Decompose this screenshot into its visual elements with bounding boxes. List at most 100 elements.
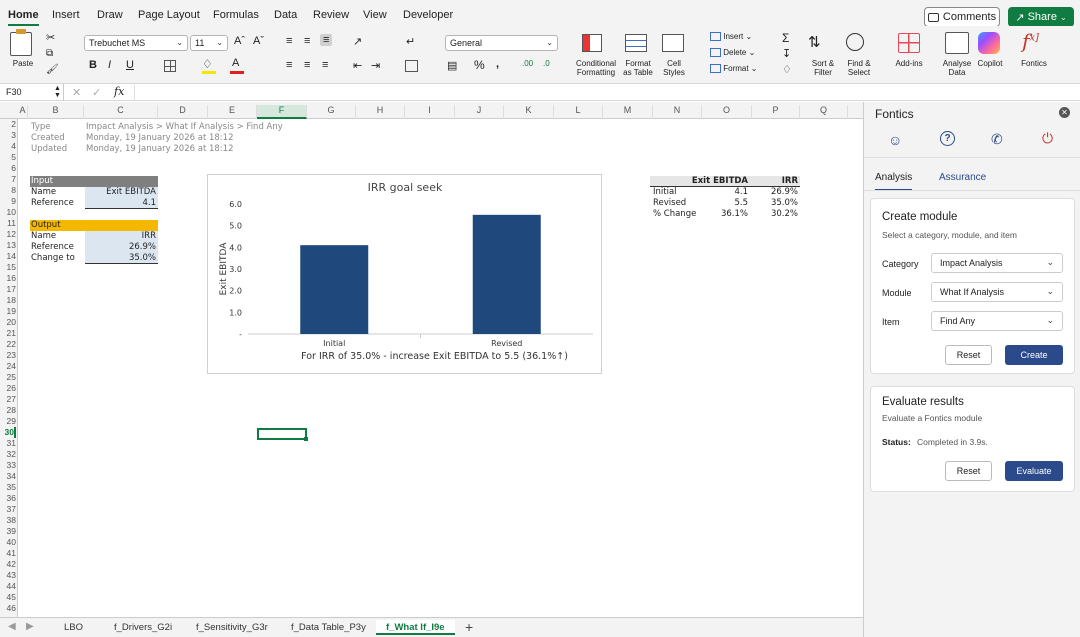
row-header-4[interactable]: 4 [0,141,16,152]
row-header-19[interactable]: 19 [0,306,16,317]
cancel-icon[interactable]: ✕ [72,86,81,99]
tab-analysis[interactable]: Analysis [875,172,913,191]
row-header-7[interactable]: 7 [0,174,16,185]
irr-goal-seek-chart[interactable]: IRR goal seek 6.0 5.0 4.0 3.0 2.0 1.0 - Exit EBI… [207,174,602,374]
add-ins-icon[interactable] [898,33,920,53]
row-header-17[interactable]: 17 [0,284,16,295]
input-ref-value[interactable]: 4.1 [85,198,156,209]
sort-filter-icon[interactable]: ⇅ [808,33,821,51]
tab-view[interactable]: View [363,9,387,21]
row-header-33[interactable]: 33 [0,460,16,471]
cut-icon[interactable]: ✂ [46,31,55,44]
output-ref-value[interactable]: 26.9% [85,242,156,253]
sheet-tab-what-if[interactable]: f_What If_I9e [376,620,455,635]
row-header-14[interactable]: 14 [0,251,16,262]
evaluate-reset-button[interactable]: Reset [945,461,992,481]
row-header-42[interactable]: 42 [0,559,16,570]
column-header-j[interactable]: J [455,105,504,119]
category-select[interactable]: Impact Analysis ⌄ [931,253,1063,273]
column-header-f[interactable]: F [257,105,307,119]
output-name-value[interactable]: IRR [85,231,156,242]
phone-icon[interactable]: ✆ [991,131,1003,148]
row-header-22[interactable]: 22 [0,339,16,350]
row-header-13[interactable]: 13 [0,240,16,251]
row-header-40[interactable]: 40 [0,537,16,548]
clear-icon[interactable]: ♢ [782,63,792,76]
row-header-34[interactable]: 34 [0,471,16,482]
formula-input[interactable] [134,85,1074,100]
column-header-p[interactable]: P [752,105,800,119]
spreadsheet-grid[interactable]: ABCDEFGHIJKLMNOPQ 2 3 4 5 6 7 8 9 10 11 12 13 14 15 16… [0,102,863,618]
italic-icon[interactable]: I [108,59,111,71]
row-header-30[interactable]: 30 [0,427,16,438]
analyse-data-icon[interactable] [945,32,969,54]
column-header-h[interactable]: H [356,105,405,119]
sheet-tab-sensitivity[interactable]: f_Sensitivity_G3r [196,622,268,633]
add-sheet-icon[interactable]: + [465,619,473,635]
next-sheet-icon[interactable]: ▶ [26,621,34,632]
comments-button[interactable]: Comments [924,7,1000,27]
sheet-tab-data-table[interactable]: f_Data Table_P3y [291,622,366,633]
align-center-icon[interactable]: ≡ [304,59,310,71]
row-header-6[interactable]: 6 [0,163,16,174]
align-left-icon[interactable]: ≡ [286,59,292,71]
row-header-12[interactable]: 12 [0,229,16,240]
increase-indent-icon[interactable]: ⇥ [371,59,380,72]
item-select[interactable]: Find Any ⌄ [931,311,1063,331]
input-name-value[interactable]: Exit EBITDA [85,187,156,198]
accounting-format-icon[interactable]: ▤ [447,59,457,72]
align-top-icon[interactable]: ≡ [286,35,292,47]
row-header-31[interactable]: 31 [0,438,16,449]
row-header-26[interactable]: 26 [0,383,16,394]
decrease-indent-icon[interactable]: ⇤ [353,59,362,72]
tab-review[interactable]: Review [313,9,349,21]
insert-cells-button[interactable]: Insert ⌄ [710,32,752,42]
row-header-39[interactable]: 39 [0,526,16,537]
percent-icon[interactable]: % [474,58,485,72]
row-header-38[interactable]: 38 [0,515,16,526]
format-as-table-icon[interactable] [625,34,647,52]
row-header-2[interactable]: 2 [0,119,16,130]
row-header-23[interactable]: 23 [0,350,16,361]
column-header-i[interactable]: I [405,105,455,119]
row-header-29[interactable]: 29 [0,416,16,427]
module-select[interactable]: What If Analysis ⌄ [931,282,1063,302]
underline-icon[interactable]: U [126,59,134,71]
align-right-icon[interactable]: ≡ [322,59,328,71]
copilot-icon[interactable] [978,32,1000,54]
cell-styles-icon[interactable] [662,34,684,52]
decrease-decimal-icon[interactable]: .0 [543,59,550,68]
create-button[interactable]: Create [1005,345,1063,365]
column-header-a[interactable]: A [18,105,28,119]
fill-color-icon[interactable]: ♢ [202,57,213,71]
row-header-9[interactable]: 9 [0,196,16,207]
align-bottom-icon[interactable]: ≡ [320,34,333,46]
format-cells-button[interactable]: Format ⌄ [710,64,758,74]
row-header-41[interactable]: 41 [0,548,16,559]
row-header-3[interactable]: 3 [0,130,16,141]
create-reset-button[interactable]: Reset [945,345,992,365]
fill-icon[interactable]: ↧ [782,47,791,60]
fill-handle[interactable] [304,437,308,441]
close-icon[interactable]: ✕ [1059,107,1070,118]
tab-draw[interactable]: Draw [97,9,123,21]
tab-insert[interactable]: Insert [52,9,80,21]
bold-icon[interactable]: B [89,59,97,71]
row-header-24[interactable]: 24 [0,361,16,372]
column-header-g[interactable]: G [307,105,356,119]
row-header-21[interactable]: 21 [0,328,16,339]
selected-cell[interactable] [257,428,307,440]
row-header-45[interactable]: 45 [0,592,16,603]
font-size-dropdown[interactable]: 11 ⌄ [190,35,228,51]
row-header-20[interactable]: 20 [0,317,16,328]
format-painter-icon[interactable]: 🖌 [46,64,59,75]
column-header-d[interactable]: D [158,105,208,119]
row-header-37[interactable]: 37 [0,504,16,515]
row-header-44[interactable]: 44 [0,581,16,592]
number-format-dropdown[interactable]: General ⌄ [445,35,558,51]
wrap-text-icon[interactable]: ↵ [406,35,415,48]
search-icon[interactable] [846,33,864,51]
share-button[interactable]: ↗ Share ⌄ [1008,7,1074,27]
align-middle-icon[interactable]: ≡ [304,35,310,47]
increase-font-icon[interactable]: Aˆ [234,35,245,47]
